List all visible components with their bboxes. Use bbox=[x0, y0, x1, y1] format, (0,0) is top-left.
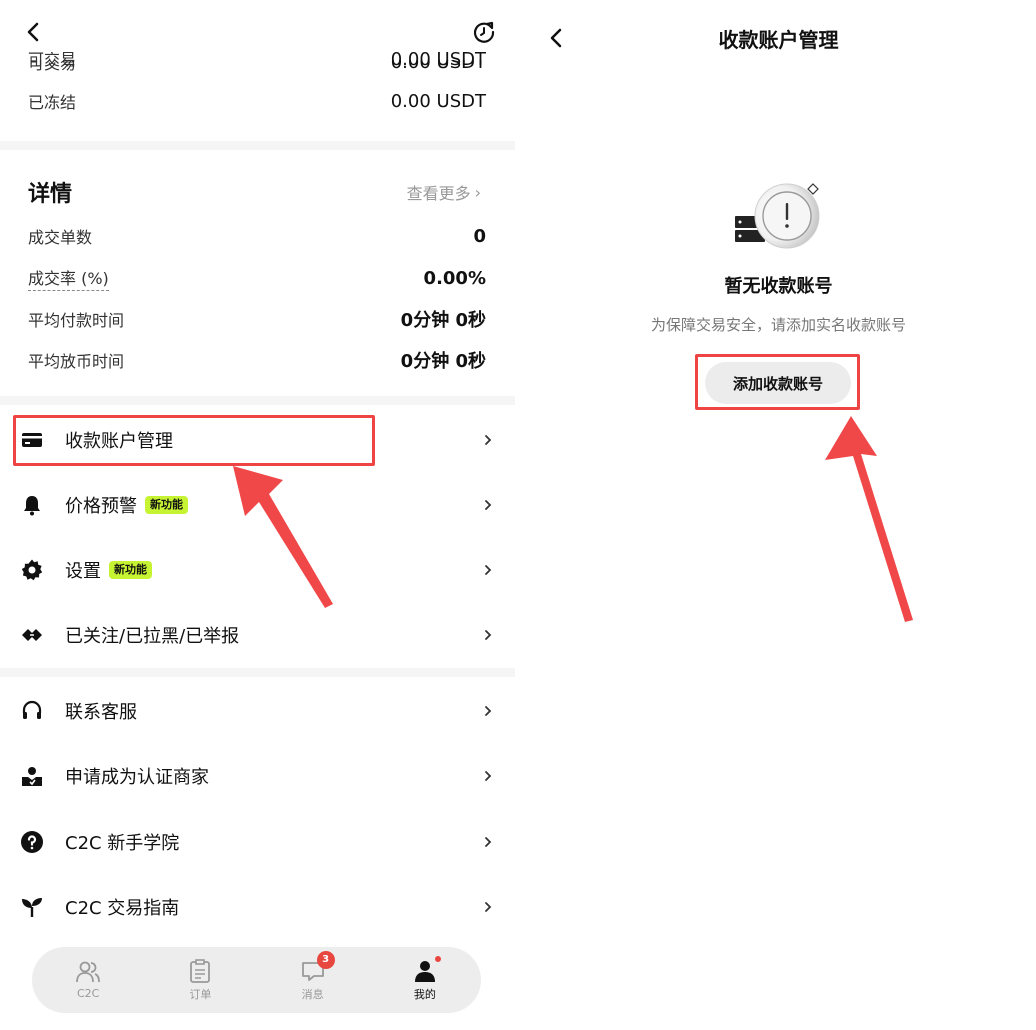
detail-row-completion-rate: 成交率 (%) 0.00% bbox=[28, 265, 486, 291]
row-value: 0分钟 0秒 bbox=[400, 310, 486, 331]
row-value: 0.00% bbox=[423, 267, 486, 289]
chevron-right-icon bbox=[485, 771, 492, 781]
merchant-icon bbox=[20, 764, 44, 788]
tab-orders[interactable]: 订单 bbox=[150, 958, 250, 1002]
pointer-arrow-annotation bbox=[825, 416, 913, 622]
gear-icon bbox=[20, 558, 44, 582]
notification-dot bbox=[434, 955, 441, 962]
header-bg bbox=[0, 0, 515, 60]
empty-state-title: 暂无收款账号 bbox=[724, 276, 833, 297]
menu-label: 已关注/已拉黑/已举报 bbox=[65, 626, 240, 647]
headset-icon bbox=[20, 699, 44, 723]
unread-count-badge: 3 bbox=[316, 950, 335, 969]
row-label: 可交易 bbox=[28, 52, 77, 69]
menu-label: C2C 交易指南 bbox=[65, 898, 180, 919]
row-label: 平均付款时间 bbox=[28, 311, 125, 330]
pointer-arrow-annotation bbox=[233, 466, 333, 608]
section-divider bbox=[0, 668, 515, 677]
balance-row-frozen: 已冻结 0.00 USDT bbox=[28, 89, 486, 113]
right-screen: 收款账户管理 暂无收款账号 为保障交易安全，请添加实名收款账号 添加收款账号 bbox=[521, 0, 1036, 1030]
menu-contact-support[interactable]: 联系客服 bbox=[0, 683, 515, 739]
menu-label: 设置 新功能 bbox=[65, 557, 152, 583]
chevron-right-icon bbox=[485, 630, 492, 640]
highlight-box bbox=[13, 415, 375, 466]
question-icon bbox=[20, 830, 44, 854]
section-divider bbox=[0, 141, 515, 150]
menu-c2c-guide[interactable]: C2C 交易指南 bbox=[0, 879, 515, 935]
menu-label: 价格预警 新功能 bbox=[65, 492, 188, 518]
menu-apply-merchant[interactable]: 申请成为认证商家 bbox=[0, 748, 515, 804]
view-more-label: 查看更多 bbox=[406, 184, 471, 203]
row-value: 0.00 USDT bbox=[390, 90, 486, 112]
details-title: 详情 bbox=[28, 182, 73, 207]
row-value: 0 bbox=[473, 225, 486, 247]
sprout-icon bbox=[20, 895, 44, 919]
handshake-icon bbox=[20, 623, 44, 647]
bottom-tab-bar: C2C 订单 3 消息 我的 bbox=[32, 947, 481, 1013]
chevron-right-icon bbox=[485, 706, 492, 716]
chevron-right-icon: › bbox=[474, 182, 481, 202]
tab-messages[interactable]: 3 消息 bbox=[263, 950, 363, 1002]
users-icon bbox=[76, 961, 101, 983]
bell-icon bbox=[20, 493, 44, 517]
balance-row-tradable-cut: 可交易 0.00 USDT bbox=[28, 52, 486, 70]
chevron-right-icon bbox=[485, 837, 492, 847]
menu-label: C2C 新手学院 bbox=[65, 833, 180, 854]
row-value: 0分钟 0秒 bbox=[400, 351, 486, 372]
empty-state-subtitle: 为保障交易安全，请添加实名收款账号 bbox=[650, 316, 906, 334]
detail-row-avg-release-time: 平均放币时间 0分钟 0秒 bbox=[28, 347, 486, 373]
tab-label: 我的 bbox=[413, 987, 436, 1001]
view-more-link[interactable]: 查看更多 › bbox=[407, 180, 481, 204]
chevron-right-icon bbox=[485, 902, 492, 912]
tab-c2c[interactable]: C2C bbox=[38, 960, 138, 1000]
menu-label: 联系客服 bbox=[65, 702, 137, 723]
person-icon bbox=[414, 960, 435, 982]
left-screen: 可交易 0.00 USDT 已冻结 0.00 USDT 可交易 0.00 USD… bbox=[0, 0, 515, 1030]
menu-c2c-academy[interactable]: C2C 新手学院 bbox=[0, 814, 515, 870]
detail-row-orders: 成交单数 0 bbox=[28, 224, 486, 248]
empty-state-illustration bbox=[735, 183, 820, 249]
clipboard-icon bbox=[190, 958, 211, 983]
tab-label: 消息 bbox=[301, 987, 324, 1001]
back-arrow-icon[interactable] bbox=[20, 18, 48, 46]
row-label: 已冻结 bbox=[28, 93, 77, 112]
section-divider bbox=[0, 396, 515, 405]
new-feature-badge: 新功能 bbox=[145, 496, 188, 514]
highlight-box bbox=[695, 354, 860, 410]
menu-label: 申请成为认证商家 bbox=[65, 767, 209, 788]
menu-follow-block-report[interactable]: 已关注/已拉黑/已举报 bbox=[0, 607, 515, 663]
chevron-right-icon bbox=[485, 435, 492, 445]
page-title: 收款账户管理 bbox=[718, 28, 839, 52]
tab-label: C2C bbox=[76, 987, 100, 1000]
row-value: 0.00 USDT bbox=[390, 52, 486, 70]
new-feature-badge: 新功能 bbox=[109, 561, 152, 579]
chevron-right-icon bbox=[485, 565, 492, 575]
refresh-icon[interactable] bbox=[470, 18, 498, 46]
row-label: 成交单数 bbox=[28, 228, 93, 247]
row-label[interactable]: 成交率 (%) bbox=[28, 265, 109, 291]
row-label: 平均放币时间 bbox=[28, 352, 125, 371]
tab-me[interactable]: 我的 bbox=[375, 955, 475, 1002]
detail-row-avg-pay-time: 平均付款时间 0分钟 0秒 bbox=[28, 306, 486, 332]
chevron-right-icon bbox=[485, 500, 492, 510]
tab-label: 订单 bbox=[189, 987, 212, 1001]
